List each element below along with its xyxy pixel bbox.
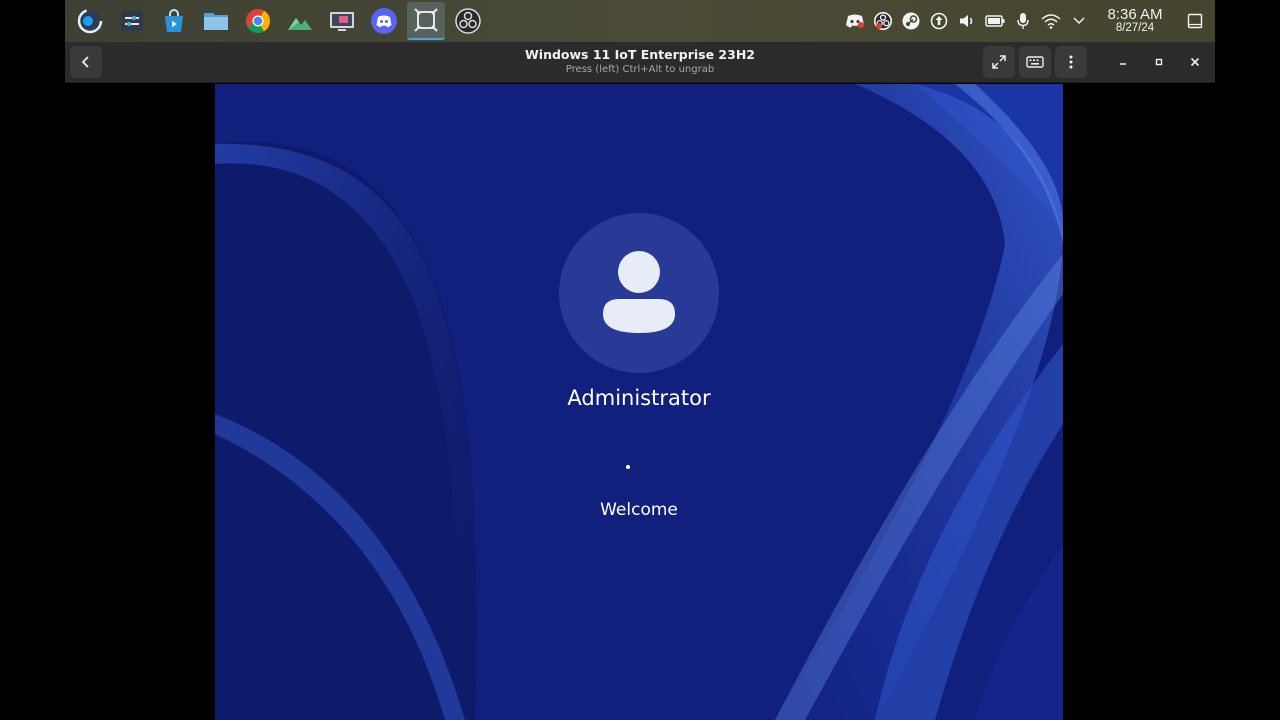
clock[interactable]: 8:36 AM 8/27/24	[1099, 7, 1171, 35]
tray-expand-icon[interactable]	[1065, 7, 1093, 35]
system-tray: 8:36 AM 8/27/24	[841, 0, 1215, 42]
loading-spinner	[626, 465, 630, 469]
system-settings-icon[interactable]	[113, 2, 151, 40]
chrome-icon[interactable]	[239, 2, 277, 40]
chevron-left-icon	[81, 56, 89, 68]
viewer-headerbar: Windows 11 IoT Enterprise 23H2 Press (le…	[65, 42, 1215, 83]
show-desktop-icon[interactable]	[1175, 7, 1215, 35]
remote-desktop-icon[interactable]	[323, 2, 361, 40]
expand-icon	[992, 55, 1006, 69]
back-button[interactable]	[70, 46, 102, 78]
minimize-icon	[1120, 63, 1126, 65]
clock-date: 8/27/24	[1115, 22, 1155, 35]
user-icon	[603, 251, 675, 333]
taskbar: 8:36 AM 8/27/24	[65, 0, 1215, 42]
avatar	[559, 213, 719, 373]
wifi-icon[interactable]	[1037, 7, 1065, 35]
keyboard-icon	[1026, 56, 1044, 68]
steam-menu-icon[interactable]	[71, 2, 109, 40]
clock-time: 8:36 AM	[1107, 6, 1163, 24]
menu-button[interactable]	[1055, 46, 1087, 78]
desktop: 8:36 AM 8/27/24 Windows 11 IoT Enterpris…	[0, 0, 1280, 720]
maximize-button[interactable]	[1143, 46, 1175, 78]
obs-icon[interactable]	[449, 2, 487, 40]
maximize-icon	[1155, 58, 1163, 66]
minimize-button[interactable]	[1107, 46, 1139, 78]
volume-icon[interactable]	[953, 7, 981, 35]
steam-tray-icon[interactable]	[897, 7, 925, 35]
virt-viewer-icon[interactable]	[407, 2, 445, 40]
vm-display[interactable]: Administrator Welcome	[215, 84, 1063, 720]
viewer-controls	[983, 46, 1211, 78]
discord-tray-icon[interactable]	[841, 7, 869, 35]
username: Administrator	[567, 386, 711, 410]
fullscreen-button[interactable]	[983, 46, 1015, 78]
taskbar-apps	[69, 2, 489, 40]
file-manager-icon[interactable]	[197, 2, 235, 40]
send-keys-button[interactable]	[1019, 46, 1051, 78]
microphone-icon[interactable]	[1009, 7, 1037, 35]
close-button[interactable]	[1179, 46, 1211, 78]
battery-icon[interactable]	[981, 7, 1009, 35]
updates-icon[interactable]	[925, 7, 953, 35]
image-viewer-icon[interactable]	[281, 2, 319, 40]
welcome-status: Welcome	[600, 500, 678, 520]
obs-tray-icon[interactable]	[869, 7, 897, 35]
close-icon	[1190, 57, 1200, 67]
kebab-menu-icon	[1069, 55, 1073, 69]
discord-icon[interactable]	[365, 2, 403, 40]
discover-store-icon[interactable]	[155, 2, 193, 40]
